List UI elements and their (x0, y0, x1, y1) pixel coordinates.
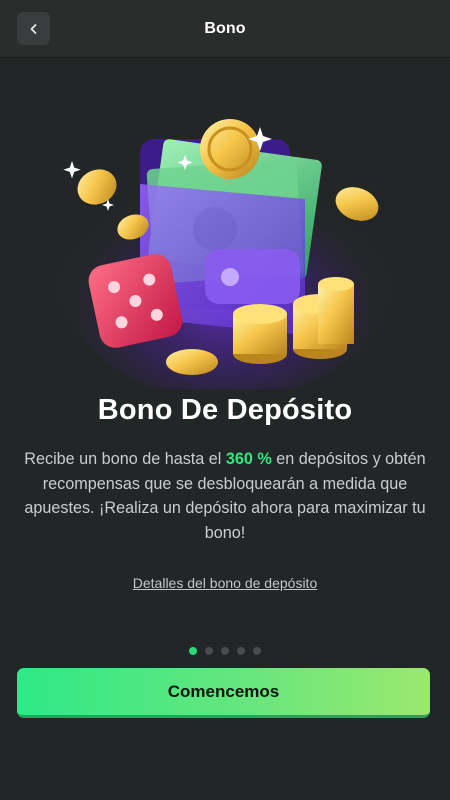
carousel-dot[interactable] (237, 647, 245, 655)
start-button[interactable]: Comencemos (17, 668, 430, 718)
bonus-title: Bono De Depósito (97, 394, 353, 426)
bonus-details-link[interactable]: Detalles del bono de depósito (133, 575, 317, 591)
chevron-left-icon (30, 23, 36, 34)
back-button[interactable] (17, 12, 50, 45)
details-link-wrapper: Detalles del bono de depósito (0, 575, 450, 593)
bonus-percentage: 360 % (225, 450, 272, 468)
start-button-label: Comencemos (167, 681, 280, 701)
hero-illustration (55, 89, 395, 389)
header: Bono (0, 0, 450, 58)
bonus-description: Recibe un bono de hasta el 360 % en depó… (18, 447, 432, 545)
description-text-start: Recibe un bono de hasta el (24, 450, 226, 468)
carousel-pagination (0, 647, 450, 655)
carousel-dot[interactable] (205, 647, 213, 655)
bonus-screen: Bono Bono De Depósito Recibe un bono de … (0, 0, 450, 800)
wallet-coins-dice-illustration (60, 119, 390, 389)
carousel-dot[interactable] (221, 647, 229, 655)
bonus-content: Bono De Depósito Recibe un bono de hasta… (0, 59, 450, 800)
carousel-dot[interactable] (253, 647, 261, 655)
page-title: Bono (204, 19, 246, 37)
carousel-dot[interactable] (189, 647, 197, 655)
